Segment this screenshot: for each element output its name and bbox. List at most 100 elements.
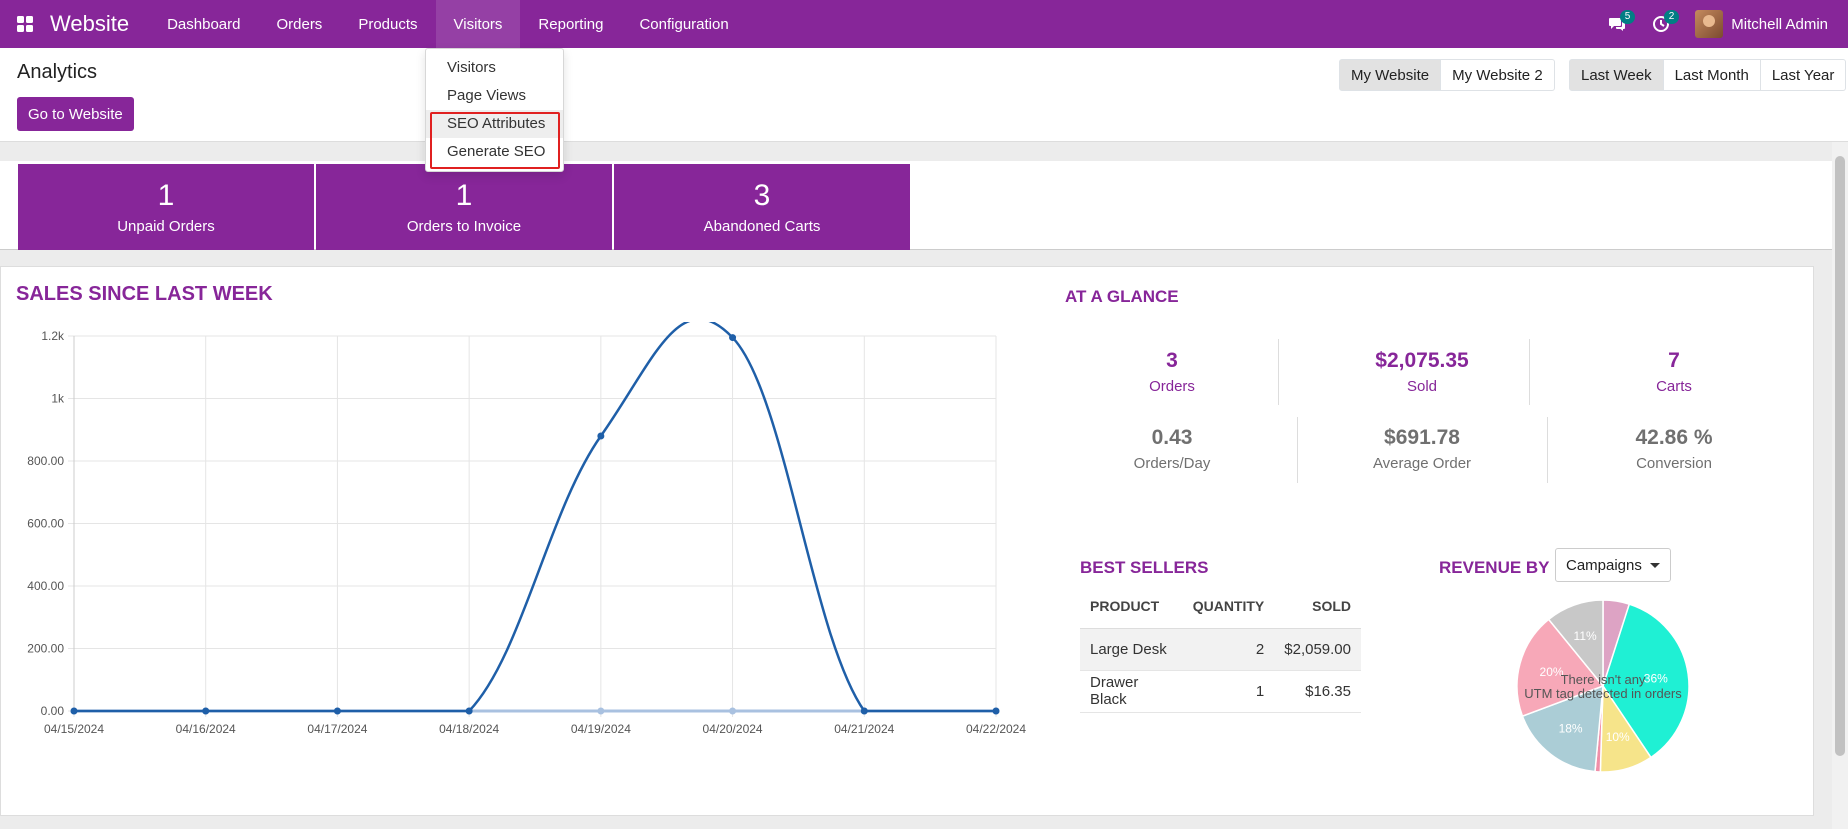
kpi-value: 1 <box>455 179 473 212</box>
menu-configuration[interactable]: Configuration <box>621 0 746 48</box>
revenue-by-dropdown[interactable]: Campaigns <box>1555 548 1671 582</box>
menu-visitors[interactable]: Visitors <box>435 0 521 48</box>
visitors-dropdown: Visitors Page Views SEO Attributes Gener… <box>425 48 564 172</box>
dropdown-item-page-views[interactable]: Page Views <box>426 82 563 110</box>
data-point <box>597 707 605 715</box>
kpi-abandoned-carts[interactable]: 3 Abandoned Carts <box>614 164 910 250</box>
activities-badge: 2 <box>1663 10 1680 24</box>
glance-label: Average Order <box>1372 455 1472 472</box>
go-to-website-button[interactable]: Go to Website <box>17 97 134 131</box>
avatar <box>1695 10 1724 38</box>
sales-line-chart: 0.00 200.00 400.00 600.00 800.00 1k 1.2k 04/15/… <box>27 322 1026 736</box>
x-tick-label: 04/19/2024 <box>571 722 631 736</box>
vertical-scrollbar[interactable] <box>1832 142 1848 829</box>
glance-value: 7 <box>1668 349 1680 372</box>
scrollbar-thumb[interactable] <box>1835 156 1845 756</box>
dropdown-item-visitors[interactable]: Visitors <box>426 54 563 82</box>
x-tick-label: 04/20/2024 <box>703 722 763 736</box>
glance-label: Orders <box>1149 378 1195 395</box>
menu-reporting[interactable]: Reporting <box>520 0 621 48</box>
data-point <box>729 707 737 715</box>
user-name: Mitchell Admin <box>1731 15 1828 33</box>
period-last-year[interactable]: Last Year <box>1760 59 1847 91</box>
dropdown-item-seo-attributes[interactable]: SEO Attributes <box>426 110 563 138</box>
glance-orders-per-day: 0.43 Orders/Day <box>1097 426 1247 472</box>
x-tick-label: 04/17/2024 <box>307 722 367 736</box>
kpi-label: Unpaid Orders <box>117 218 215 235</box>
quantity-cell: 2 <box>1182 628 1275 671</box>
sold-cell: $16.35 <box>1274 670 1361 713</box>
pie-empty-message: UTM tag detected in orders <box>1524 686 1682 701</box>
menu-products[interactable]: Products <box>340 0 435 48</box>
glance-value: 42.86 % <box>1635 426 1713 449</box>
kpi-label: Orders to Invoice <box>406 218 522 235</box>
x-tick-label: 04/16/2024 <box>176 722 236 736</box>
data-point <box>333 707 341 715</box>
glance-label: Conversion <box>1636 455 1712 472</box>
sales-title: SALES SINCE LAST WEEK <box>16 283 273 305</box>
glance-value: 3 <box>1166 349 1178 372</box>
column-header-sold: SOLD <box>1274 585 1361 629</box>
table-row[interactable]: Large Desk 2 $2,059.00 <box>1080 628 1361 671</box>
main-menu: Dashboard Orders Products Visitors Repor… <box>149 0 747 48</box>
activities-button[interactable]: 2 <box>1639 0 1683 48</box>
x-tick-label: 04/21/2024 <box>834 722 894 736</box>
messages-button[interactable]: 5 <box>1595 0 1639 48</box>
revenue-title: REVENUE BY <box>1439 558 1550 577</box>
period-last-month[interactable]: Last Month <box>1663 59 1761 91</box>
y-tick-label: 0.00 <box>41 704 65 718</box>
kpi-value: 3 <box>753 179 771 212</box>
top-navbar: Website Dashboard Orders Products Visito… <box>0 0 1848 48</box>
glance-label: Carts <box>1656 378 1692 395</box>
divider <box>1297 417 1298 483</box>
glance-label: Orders/Day <box>1133 455 1211 472</box>
dashboard-panel: SALES SINCE LAST WEEK 0.00 200.00 400.00 60… <box>0 266 1814 816</box>
page-title: Analytics <box>17 61 98 83</box>
product-cell: Large Desk <box>1080 628 1183 671</box>
period-switcher: Last Week Last Month Last Year <box>1569 59 1847 91</box>
dashboard-content: 1 Unpaid Orders 1 Orders to Invoice 3 Ab… <box>0 142 1832 829</box>
kpi-row: 1 Unpaid Orders 1 Orders to Invoice 3 Ab… <box>0 161 1832 250</box>
x-tick-label: 04/18/2024 <box>439 722 499 736</box>
glance-value: 0.43 <box>1151 426 1193 449</box>
table-row[interactable]: Drawer Black 1 $16.35 <box>1080 670 1361 713</box>
app-name[interactable]: Website <box>50 11 129 37</box>
divider <box>1547 417 1548 483</box>
divider <box>1529 339 1530 405</box>
x-tick-label: 04/15/2024 <box>44 722 104 736</box>
website-option-my-website-2[interactable]: My Website 2 <box>1441 59 1555 91</box>
column-header-product: PRODUCT <box>1080 585 1183 629</box>
data-point <box>465 707 473 715</box>
glance-sold: $2,075.35 Sold <box>1347 349 1497 395</box>
messages-badge: 5 <box>1619 10 1636 24</box>
y-tick-label: 800.00 <box>27 454 64 468</box>
control-panel: Analytics Go to Website My Website My We… <box>0 48 1848 142</box>
pie-empty-message: There isn't any <box>1561 672 1646 687</box>
dropdown-item-generate-seo[interactable]: Generate SEO <box>426 138 563 166</box>
divider <box>1278 339 1279 405</box>
caret-down-icon <box>1649 562 1660 568</box>
product-cell: Drawer Black <box>1080 670 1183 713</box>
quantity-cell: 1 <box>1182 670 1275 713</box>
revenue-pie-chart: 36%10%18%20%11%There isn't anyUTM tag de… <box>1516 599 1690 773</box>
y-tick-label: 200.00 <box>27 642 64 656</box>
website-option-my-website[interactable]: My Website <box>1339 59 1442 91</box>
table-header-row: PRODUCT QUANTITY SOLD <box>1080 585 1361 629</box>
series-line <box>74 322 996 713</box>
apps-menu-icon[interactable] <box>0 0 50 48</box>
user-menu[interactable]: Mitchell Admin <box>1695 10 1828 38</box>
revenue-by-value: Campaigns <box>1566 556 1642 574</box>
x-tick-label: 04/22/2024 <box>966 722 1026 736</box>
menu-dashboard[interactable]: Dashboard <box>149 0 258 48</box>
glance-orders: 3 Orders <box>1097 349 1247 395</box>
period-last-week[interactable]: Last Week <box>1569 59 1664 91</box>
data-point <box>992 707 1000 715</box>
kpi-unpaid-orders[interactable]: 1 Unpaid Orders <box>18 164 314 250</box>
sold-cell: $2,059.00 <box>1274 628 1361 671</box>
kpi-value: 1 <box>157 179 175 212</box>
kpi-orders-to-invoice[interactable]: 1 Orders to Invoice <box>316 164 612 250</box>
menu-orders[interactable]: Orders <box>258 0 340 48</box>
y-tick-label: 1.2k <box>41 329 65 343</box>
best-sellers-title: BEST SELLERS <box>1080 558 1209 577</box>
pie-label: 18% <box>1559 721 1583 735</box>
